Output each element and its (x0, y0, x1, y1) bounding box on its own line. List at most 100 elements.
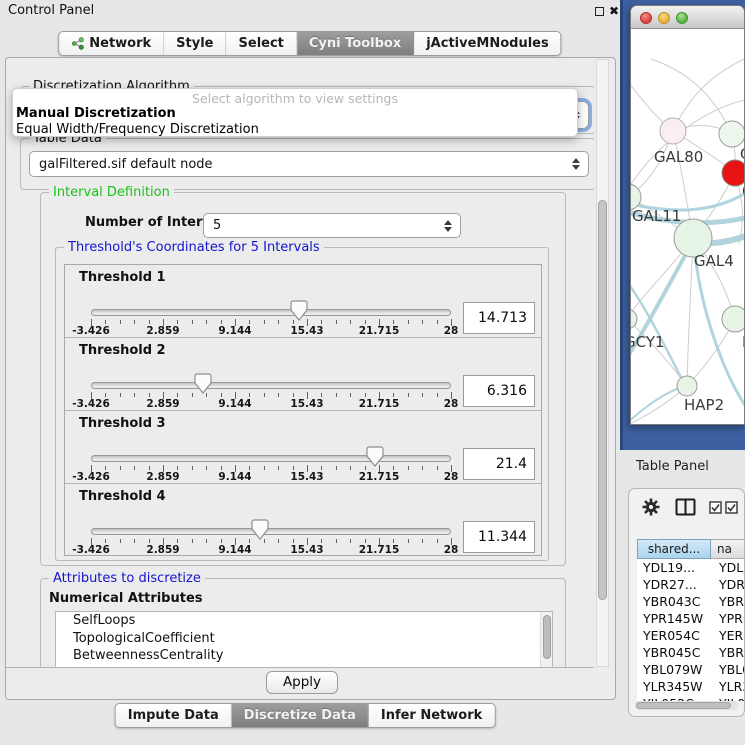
application-window: Control Panel ✖ NetworkStyleSelectCyni T… (0, 0, 745, 745)
numerical-attributes-label: Numerical Attributes (49, 591, 203, 606)
numerical-attributes-list[interactable]: SelfLoopsTopologicalCoefficientBetweenne… (55, 611, 553, 668)
attributes-scrollbar-thumb[interactable] (543, 615, 551, 659)
slider-tick (105, 466, 106, 470)
slider-track-4[interactable] (91, 528, 451, 535)
slider-tick (221, 466, 222, 470)
select-rows-icon[interactable] (725, 501, 738, 514)
slider-tick (393, 320, 394, 324)
cell-name: YER0 (711, 627, 745, 644)
hap2-node[interactable] (677, 376, 697, 396)
h-node[interactable] (722, 306, 744, 332)
node-label-gal80: GAL80 (654, 148, 703, 166)
slider-thumb-2[interactable] (194, 373, 212, 394)
slider-track-1[interactable] (91, 309, 451, 316)
select-columns-icon[interactable] (709, 501, 722, 514)
tab-jactivemnodules[interactable]: jActiveMNodules (414, 32, 561, 55)
algorithm-dropdown-popup: Select algorithm to view settings Manual… (12, 88, 578, 137)
table-row[interactable]: YBL079WYBL0 (637, 661, 745, 678)
node-label-c: C (742, 182, 744, 200)
slider-tick (134, 393, 135, 397)
table-hscrollbar-thumb[interactable] (636, 702, 731, 709)
algorithm-option-manual-discretization[interactable]: Manual Discretization (13, 106, 577, 122)
table-data-combobox[interactable]: galFiltered.sif default node (29, 151, 589, 177)
close-icon[interactable]: ✖ (609, 3, 619, 19)
scale-label: -3.426 (72, 471, 110, 483)
algorithm-option-equal-width-frequency-discretization[interactable]: Equal Width/Frequency Discretization (13, 122, 577, 137)
table-row[interactable]: YER054CYER0 (637, 627, 745, 644)
attributes-scrollbar[interactable] (540, 612, 552, 668)
network-canvas[interactable]: GAL80GCGAL11GAL4GCY1HHAP2 (631, 29, 744, 425)
window-close-icon[interactable] (640, 12, 652, 24)
mode-tab-discretize-data[interactable]: Discretize Data (232, 704, 369, 727)
scale-label: 2.859 (146, 398, 179, 410)
tab-select[interactable]: Select (227, 32, 297, 55)
attribute-item-selfloops[interactable]: SelfLoops (56, 612, 552, 630)
scale-label: 28 (444, 325, 459, 337)
unnamed-node[interactable] (719, 121, 744, 147)
tab-network[interactable]: Network (59, 32, 164, 55)
slider-thumb-1[interactable] (290, 300, 308, 321)
slider-tick (437, 320, 438, 324)
settings-gear-icon[interactable] (641, 497, 661, 517)
slider-tick (264, 320, 265, 324)
threshold-rows-container: Threshold 1-3.4262.8599.14415.4321.71528… (64, 264, 542, 556)
cell-shared-name: YBR045C (637, 644, 711, 661)
table-row[interactable]: YDR27...YDR2 (637, 576, 745, 593)
table-row[interactable]: YBR045CYBR0 (637, 644, 745, 661)
number-of-intervals-combobox[interactable]: 5 (203, 213, 461, 238)
tab-cyni-toolbox[interactable]: Cyni Toolbox (297, 32, 414, 55)
mode-tab-infer-network[interactable]: Infer Network (369, 704, 494, 727)
table-row[interactable]: YLR345WYLR3 (637, 678, 745, 695)
algorithm-options-list: Manual DiscretizationEqual Width/Frequen… (13, 106, 577, 137)
window-minimize-icon[interactable] (658, 12, 670, 24)
slider-thumb-4[interactable] (251, 519, 269, 540)
column-header-name[interactable]: na (711, 539, 745, 559)
apply-button[interactable]: Apply (266, 671, 338, 694)
selected-node[interactable] (722, 160, 744, 186)
slider-tick (350, 320, 351, 324)
slider-tick (321, 539, 322, 543)
gcy1-node[interactable] (631, 309, 637, 329)
slider-tick (422, 466, 423, 470)
slider-thumb-icon (366, 446, 384, 467)
scale-label: 9.144 (218, 325, 251, 337)
table-row[interactable]: YDL19...YDL1 (637, 559, 745, 576)
slider-tick (120, 466, 121, 470)
slider-tick (206, 539, 207, 543)
tab-label-select: Select (239, 36, 284, 51)
table-horizontal-scrollbar[interactable] (635, 701, 738, 710)
slider-tick (422, 539, 423, 543)
slider-tick (321, 393, 322, 397)
table-rows: YDL19...YDL1YDR27...YDR2YBR043CYBR0YPR14… (637, 559, 745, 701)
mode-tab-impute-data[interactable]: Impute Data (116, 704, 232, 727)
threshold-value-field-2[interactable]: 6.316 (463, 375, 535, 407)
float-window-icon[interactable] (595, 7, 604, 16)
network-edge-highlighted (631, 279, 685, 385)
control-panel-scrollbar-thumb[interactable] (598, 200, 607, 600)
window-zoom-icon[interactable] (676, 12, 688, 24)
slider-tick (177, 539, 178, 543)
table-row[interactable]: YPR145WYPR1 (637, 610, 745, 627)
cell-name: YBR0 (711, 644, 745, 661)
slider-tick (408, 393, 409, 397)
slider-track-2[interactable] (91, 382, 451, 389)
gal80-node[interactable] (660, 118, 686, 144)
scale-label: 21.715 (359, 325, 400, 337)
slider-tick (177, 320, 178, 324)
split-view-icon[interactable] (675, 498, 696, 516)
slider-tick (264, 466, 265, 470)
threshold-value-field-4[interactable]: 11.344 (463, 521, 535, 553)
slider-track-3[interactable] (91, 455, 451, 462)
tab-style[interactable]: Style (164, 32, 226, 55)
threshold-value-field-3[interactable]: 21.4 (463, 448, 535, 480)
cell-name: YBR0 (711, 593, 745, 610)
threshold-panel-2: Threshold 2-3.4262.8599.14415.4321.71528… (65, 338, 541, 411)
attribute-item-topologicalcoefficient[interactable]: TopologicalCoefficient (56, 630, 552, 648)
scale-label: 2.859 (146, 471, 179, 483)
column-header-shared-name[interactable]: shared... (637, 539, 711, 559)
threshold-value-field-1[interactable]: 14.713 (463, 302, 535, 334)
slider-thumb-3[interactable] (366, 446, 384, 467)
attribute-item-betweennesscentrality[interactable]: BetweennessCentrality (56, 647, 552, 665)
table-row[interactable]: YBR043CYBR0 (637, 593, 745, 610)
scale-label: -3.426 (72, 544, 110, 556)
